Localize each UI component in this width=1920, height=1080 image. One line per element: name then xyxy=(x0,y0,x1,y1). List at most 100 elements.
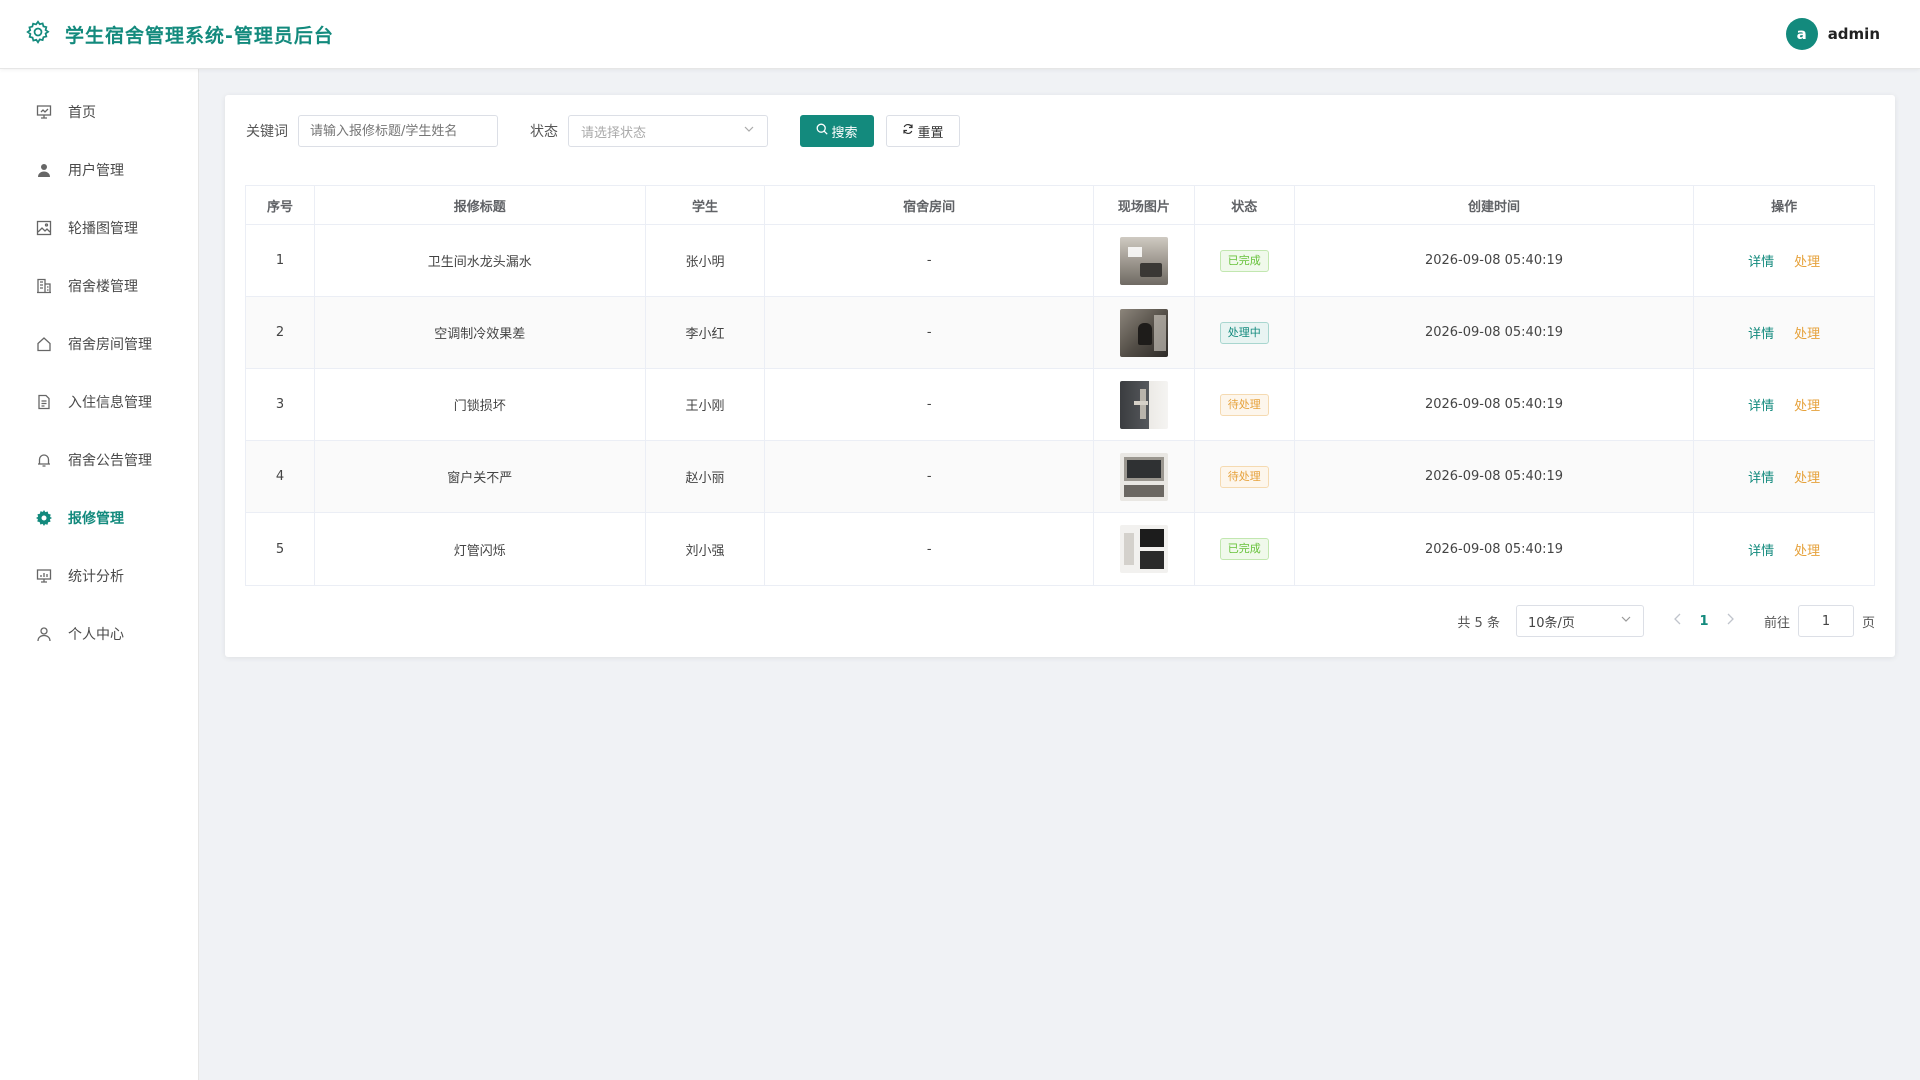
room: - xyxy=(765,297,1094,368)
image-icon xyxy=(35,219,53,237)
top-header: 学生宿舍管理系统-管理员后台 a admin xyxy=(0,0,1920,69)
sidebar-item-label: 个人中心 xyxy=(68,627,124,643)
sidebar-item-checkin[interactable]: 入住信息管理 xyxy=(0,373,198,431)
detail-link[interactable]: 详情 xyxy=(1748,395,1774,414)
status-badge: 待处理 xyxy=(1219,393,1269,416)
status-badge: 处理中 xyxy=(1219,321,1269,344)
status-cell: 已完成 xyxy=(1195,225,1295,296)
table-row: 5 灯管闪烁 刘小强 - 已完成 2026-09-08 05:40:19 详情 … xyxy=(246,513,1874,585)
sidebar-item-statistics[interactable]: 统计分析 xyxy=(0,547,198,605)
dashboard-icon xyxy=(35,103,53,121)
repair-title: 灯管闪烁 xyxy=(315,513,646,585)
detail-link[interactable]: 详情 xyxy=(1748,540,1774,559)
row-index: 5 xyxy=(246,513,315,585)
total-count: 共 5 条 xyxy=(1457,615,1500,631)
status-cell: 待处理 xyxy=(1195,369,1295,440)
table-row: 3 门锁损坏 王小刚 - 待处理 2026-09-08 05:40:19 详情 … xyxy=(246,369,1874,441)
scene-photo-thumbnail[interactable] xyxy=(1119,236,1168,285)
repair-title: 卫生间水龙头漏水 xyxy=(315,225,646,296)
student-name: 赵小丽 xyxy=(646,441,766,512)
created-time: 2026-09-08 05:40:19 xyxy=(1295,369,1695,440)
home-icon xyxy=(35,335,53,353)
detail-link[interactable]: 详情 xyxy=(1748,323,1774,342)
row-index: 4 xyxy=(246,441,315,512)
scene-photo-thumbnail[interactable] xyxy=(1119,308,1168,357)
status-cell: 已完成 xyxy=(1195,513,1295,585)
detail-link[interactable]: 详情 xyxy=(1748,251,1774,270)
chevron-down-icon xyxy=(1620,613,1632,629)
search-button[interactable]: 搜索 xyxy=(800,115,874,147)
document-icon xyxy=(35,393,53,411)
column-header: 学生 xyxy=(646,186,766,224)
detail-link[interactable]: 详情 xyxy=(1748,467,1774,486)
next-page-button[interactable] xyxy=(1720,613,1740,629)
sidebar-item-label: 轮播图管理 xyxy=(68,221,138,237)
room: - xyxy=(765,441,1094,512)
pagination: 共 5 条 10条/页 1 前往 页 xyxy=(1457,605,1875,637)
row-index: 2 xyxy=(246,297,315,368)
photo-cell xyxy=(1094,441,1195,512)
operations-cell: 详情 处理 xyxy=(1694,297,1874,368)
sidebar-item-buildings[interactable]: 宿舍楼管理 xyxy=(0,257,198,315)
sidebar-item-repairs[interactable]: 报修管理 xyxy=(0,489,198,547)
handle-link[interactable]: 处理 xyxy=(1794,251,1820,270)
created-time: 2026-09-08 05:40:19 xyxy=(1295,441,1695,512)
search-button-label: 搜索 xyxy=(831,125,858,141)
brand: 学生宿舍管理系统-管理员后台 xyxy=(25,19,334,49)
page-size-select[interactable]: 10条/页 xyxy=(1515,605,1644,637)
created-time: 2026-09-08 05:40:19 xyxy=(1295,225,1695,296)
sidebar-item-home[interactable]: 首页 xyxy=(0,83,198,141)
person-icon xyxy=(35,625,53,643)
status-badge: 待处理 xyxy=(1219,465,1269,488)
photo-cell xyxy=(1094,225,1195,296)
page-suffix: 页 xyxy=(1861,615,1875,631)
handle-link[interactable]: 处理 xyxy=(1794,323,1820,342)
status-select-placeholder: 请选择状态 xyxy=(581,125,647,141)
keyword-input[interactable] xyxy=(298,115,498,147)
sidebar-item-rooms[interactable]: 宿舍房间管理 xyxy=(0,315,198,373)
sidebar-item-label: 报修管理 xyxy=(68,511,124,527)
student-name: 王小刚 xyxy=(646,369,766,440)
status-cell: 待处理 xyxy=(1195,441,1295,512)
status-label: 状态 xyxy=(530,124,558,140)
sidebar-item-carousel[interactable]: 轮播图管理 xyxy=(0,199,198,257)
column-header: 创建时间 xyxy=(1295,186,1695,224)
avatar[interactable]: a xyxy=(1785,18,1818,50)
photo-cell xyxy=(1094,369,1195,440)
page-size-value: 10条/页 xyxy=(1527,615,1575,631)
operations-cell: 详情 处理 xyxy=(1694,369,1874,440)
keyword-label: 关键词 xyxy=(246,124,288,140)
sidebar-item-label: 宿舍楼管理 xyxy=(68,279,138,295)
room: - xyxy=(765,225,1094,296)
username[interactable]: admin xyxy=(1828,25,1880,43)
page-number[interactable]: 1 xyxy=(1688,614,1720,629)
sidebar-item-users[interactable]: 用户管理 xyxy=(0,141,198,199)
sidebar-item-profile[interactable]: 个人中心 xyxy=(0,605,198,663)
row-index: 1 xyxy=(246,225,315,296)
scene-photo-thumbnail[interactable] xyxy=(1119,380,1168,429)
scene-photo-thumbnail[interactable] xyxy=(1119,525,1168,573)
user-menu[interactable]: a admin xyxy=(1785,18,1895,50)
scene-photo-thumbnail[interactable] xyxy=(1119,452,1168,501)
sidebar-item-label: 宿舍公告管理 xyxy=(68,453,152,469)
status-select[interactable]: 请选择状态 xyxy=(568,115,768,147)
goto-page-input[interactable] xyxy=(1797,605,1854,637)
building-icon xyxy=(35,277,53,295)
handle-link[interactable]: 处理 xyxy=(1794,540,1820,559)
student-name: 李小红 xyxy=(646,297,766,368)
repair-title: 门锁损坏 xyxy=(315,369,646,440)
app-title: 学生宿舍管理系统-管理员后台 xyxy=(65,24,334,47)
photo-cell xyxy=(1094,297,1195,368)
repair-list-card: 关键词 状态 请选择状态 搜索 重置 序号 报修标题 学生 宿舍房间 现场图片 … xyxy=(225,95,1895,657)
student-name: 刘小强 xyxy=(646,513,766,585)
reset-button[interactable]: 重置 xyxy=(886,115,960,147)
table-row: 2 空调制冷效果差 李小红 - 处理中 2026-09-08 05:40:19 … xyxy=(246,297,1874,369)
prev-page-button[interactable] xyxy=(1668,613,1688,629)
sidebar-item-notices[interactable]: 宿舍公告管理 xyxy=(0,431,198,489)
handle-link[interactable]: 处理 xyxy=(1794,467,1820,486)
user-icon xyxy=(35,161,53,179)
operations-cell: 详情 处理 xyxy=(1694,225,1874,296)
handle-link[interactable]: 处理 xyxy=(1794,395,1820,414)
column-header: 宿舍房间 xyxy=(765,186,1094,224)
column-header: 报修标题 xyxy=(315,186,646,224)
